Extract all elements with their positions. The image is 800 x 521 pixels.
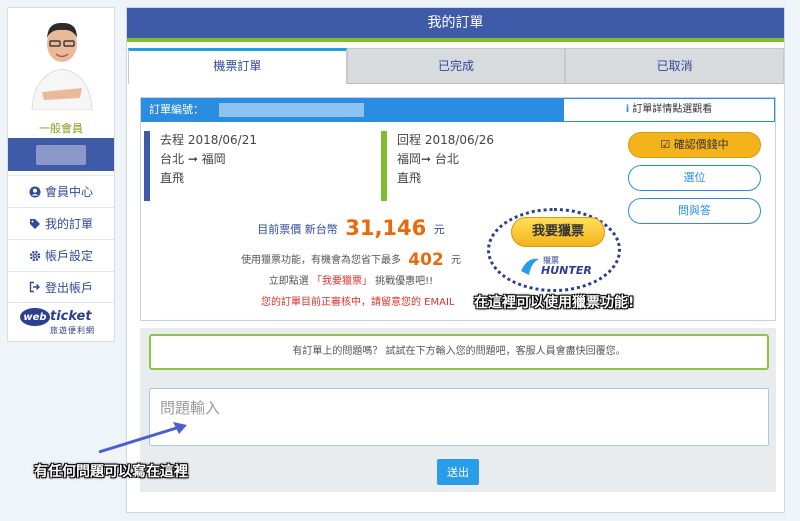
click-prefix: 立即點選 <box>268 276 309 287</box>
sidebar-item-label: 帳戶設定 <box>44 249 93 263</box>
hunt-ticket-button[interactable]: 我要獵票 <box>511 217 605 247</box>
current-price: 目前票價 新台幣 31,146 元 <box>221 216 481 240</box>
confirm-price-button[interactable]: ☑ 確認價錢中 <box>628 132 761 158</box>
member-avatar <box>31 22 93 110</box>
click-hunt: 「我要獵票」 <box>311 276 372 287</box>
order-tabs: 機票訂單 已完成 已取消 <box>128 48 785 84</box>
order-detail-link[interactable]: i 訂單詳情點選觀看 <box>564 98 775 122</box>
hunt-cta-text: 立即點選 「我要獵票」 挑戰優惠吧!! <box>191 272 511 287</box>
page-title: 我的訂單 <box>127 8 784 38</box>
logo-web: web <box>20 308 50 326</box>
return-route: 福岡➞ 台北 <box>397 152 459 166</box>
tab-completed[interactable]: 已完成 <box>346 48 566 84</box>
question-area: 有訂單上的問題嗎？ 試試在下方輸入您的問題吧，客服人員會盡快回覆您。 送出 <box>140 328 776 492</box>
return-leg: 回程 2018/06/26 福岡➞ 台北 直飛 <box>381 131 581 201</box>
qa-button[interactable]: 問與答 <box>628 198 761 224</box>
hunt-prefix: 使用獵票功能，有機會為您省下最多 <box>241 255 402 266</box>
user-circle-icon <box>29 186 41 197</box>
checkbox-icon: ☑ <box>660 138 671 151</box>
order-number-header: 訂單編號： <box>141 98 564 122</box>
main-panel: 我的訂單 機票訂單 已完成 已取消 訂單編號： i 訂單詳情點選觀看 去程 20… <box>126 7 785 513</box>
send-button[interactable]: 送出 <box>437 459 479 485</box>
tab-flight-orders[interactable]: 機票訂單 <box>128 48 347 84</box>
annotation-hunt-feature: 在這裡可以使用獵票功能! <box>474 295 635 311</box>
sign-out-icon <box>29 281 40 293</box>
sidebar-menu: 會員中心 我的訂單 帳戶設定 登出帳戶 <box>8 175 114 303</box>
sidebar-item-member-center[interactable]: 會員中心 <box>8 175 114 207</box>
blurred-order-number <box>219 103 364 117</box>
tab-cancelled[interactable]: 已取消 <box>565 48 785 84</box>
title-underline <box>127 38 784 42</box>
hunter-bird-icon <box>521 258 539 275</box>
question-notice: 有訂單上的問題嗎？ 試試在下方輸入您的問題吧，客服人員會盡快回覆您。 <box>149 334 769 370</box>
annotation-question: 有任何問題可以寫在這裡 <box>34 464 188 480</box>
price-amount: 31,146 <box>345 216 427 240</box>
sidebar-item-my-orders[interactable]: 我的訂單 <box>8 207 114 239</box>
logo-ticket: ticket <box>50 309 92 324</box>
order-number-label: 訂單編號： <box>149 103 204 116</box>
outbound-route: 台北 ➞ 福岡 <box>160 152 226 166</box>
webticket-logo[interactable]: web ticket 旅遊便利網 <box>20 308 104 338</box>
hunt-savings: 使用獵票功能，有機會為您省下最多 402 元 <box>181 250 521 270</box>
confirm-price-label: 確認價錢中 <box>673 138 729 151</box>
detail-link-suffix: 點選觀看 <box>672 104 713 115</box>
outbound-type: 直飛 <box>160 171 185 185</box>
hunter-logo: 獵票 HUNTER <box>519 253 601 281</box>
sidebar-item-account-settings[interactable]: 帳戶設定 <box>8 239 114 271</box>
hunt-amount: 402 <box>408 250 444 270</box>
member-level: 一般會員 <box>39 122 83 135</box>
detail-link-text: 訂單詳情 <box>632 104 673 115</box>
return-date: 回程 2018/06/26 <box>397 133 494 147</box>
sidebar: 一般會員 會員中心 我的訂單 帳戶設定 登出帳戶 web ticket 旅遊便利… <box>7 7 115 342</box>
question-input[interactable] <box>149 388 769 446</box>
order-card: 訂單編號： i 訂單詳情點選觀看 去程 2018/06/21 台北 ➞ 福岡 直… <box>140 97 776 321</box>
hunter-logo-main: HUNTER <box>541 264 592 277</box>
tag-icon <box>29 218 40 229</box>
seat-select-button[interactable]: 選位 <box>628 165 761 191</box>
annotation-arrow-icon <box>98 422 187 454</box>
review-notice: 您的訂單目前正審核中，請留意您的 EMAIL <box>261 297 455 308</box>
return-type: 直飛 <box>397 171 422 185</box>
member-name-bar <box>8 138 114 171</box>
hunt-unit: 元 <box>450 255 461 266</box>
blurred-member-name <box>36 145 86 165</box>
price-prefix: 目前票價 新台幣 <box>257 223 338 236</box>
sidebar-item-label: 會員中心 <box>44 185 93 199</box>
click-suffix: 挑戰優惠吧!! <box>375 276 434 287</box>
outbound-leg: 去程 2018/06/21 台北 ➞ 福岡 直飛 <box>144 131 344 201</box>
price-unit: 元 <box>433 223 445 236</box>
sidebar-item-logout[interactable]: 登出帳戶 <box>8 271 114 303</box>
logo-subtitle: 旅遊便利網 <box>50 326 95 335</box>
sidebar-item-label: 我的訂單 <box>44 217 93 231</box>
outbound-date: 去程 2018/06/21 <box>160 133 257 147</box>
gear-icon <box>29 250 41 261</box>
info-icon: i <box>625 104 630 115</box>
sidebar-item-label: 登出帳戶 <box>44 280 93 295</box>
